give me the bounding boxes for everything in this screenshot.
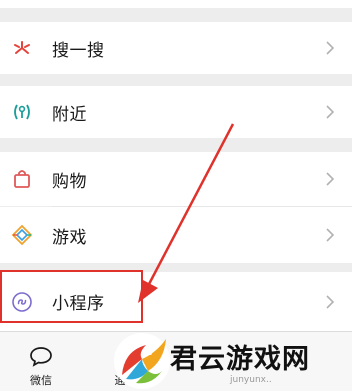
annotation-arrow <box>138 123 235 303</box>
